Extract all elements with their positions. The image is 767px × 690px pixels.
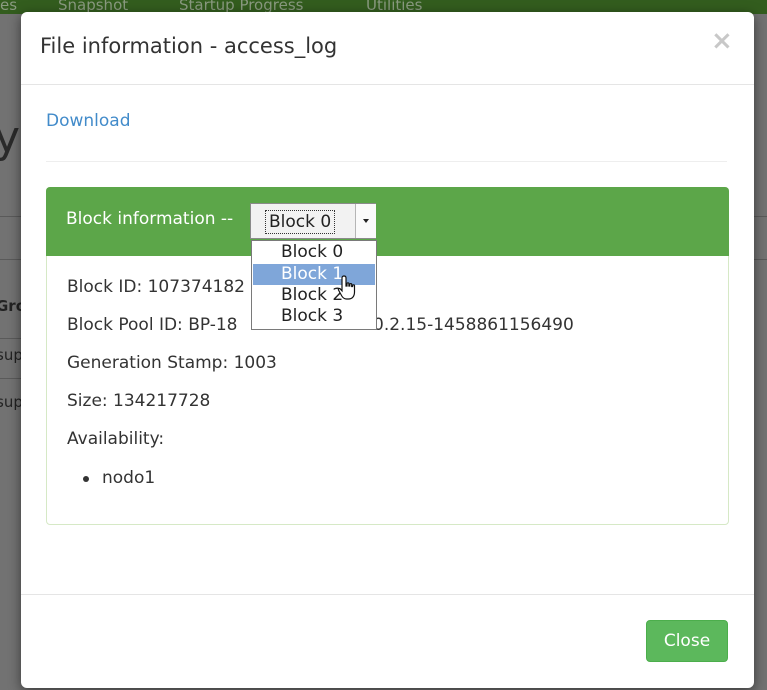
availability-node-item: nodo1 [102,468,156,488]
modal-title: File information - access_log [40,34,338,58]
background-table-cell: sup [0,346,23,364]
generation-stamp-text: Generation Stamp: 1003 [67,353,277,373]
size-text: Size: 134217728 [67,391,211,411]
background-divider [753,259,767,260]
close-icon[interactable]: × [711,28,733,54]
background-table-cell: sup [0,393,23,411]
availability-label: Availability: [67,429,165,449]
modal-footer-divider [21,594,754,595]
block-id-text: Block ID: 107374182 [67,277,245,297]
block-pool-id-text: Block Pool ID: BP-18 [67,315,238,335]
block-pool-id-text-tail: 0.2.15-1458861156490 [373,315,574,335]
divider [46,161,727,162]
background-divider [753,216,767,217]
background-divider [0,259,22,260]
panel-heading: Block information -- Block 0 [46,187,729,256]
dropdown-option-block-3[interactable]: Block 3 [253,306,375,327]
background-divider [0,216,22,217]
background-heading: y [0,112,21,163]
background-divider [0,378,22,379]
list-bullet [83,476,89,482]
file-information-modal: File information - access_log × Download… [21,12,754,688]
background-divider [0,338,22,339]
caret-down-icon[interactable] [355,204,376,238]
hand-pointer-icon [337,275,356,300]
block-information-panel: Block information -- Block 0 Block 0 Blo… [46,187,729,525]
block-select-value: Block 0 [265,210,336,234]
dropdown-option-block-0[interactable]: Block 0 [253,242,375,263]
nav-item-partial[interactable]: es [0,0,17,14]
download-link[interactable]: Download [46,111,131,131]
modal-header: File information - access_log × [21,12,754,85]
close-button[interactable]: Close [646,620,728,662]
block-select[interactable]: Block 0 [250,203,376,239]
panel-heading-label: Block information -- [66,209,234,229]
